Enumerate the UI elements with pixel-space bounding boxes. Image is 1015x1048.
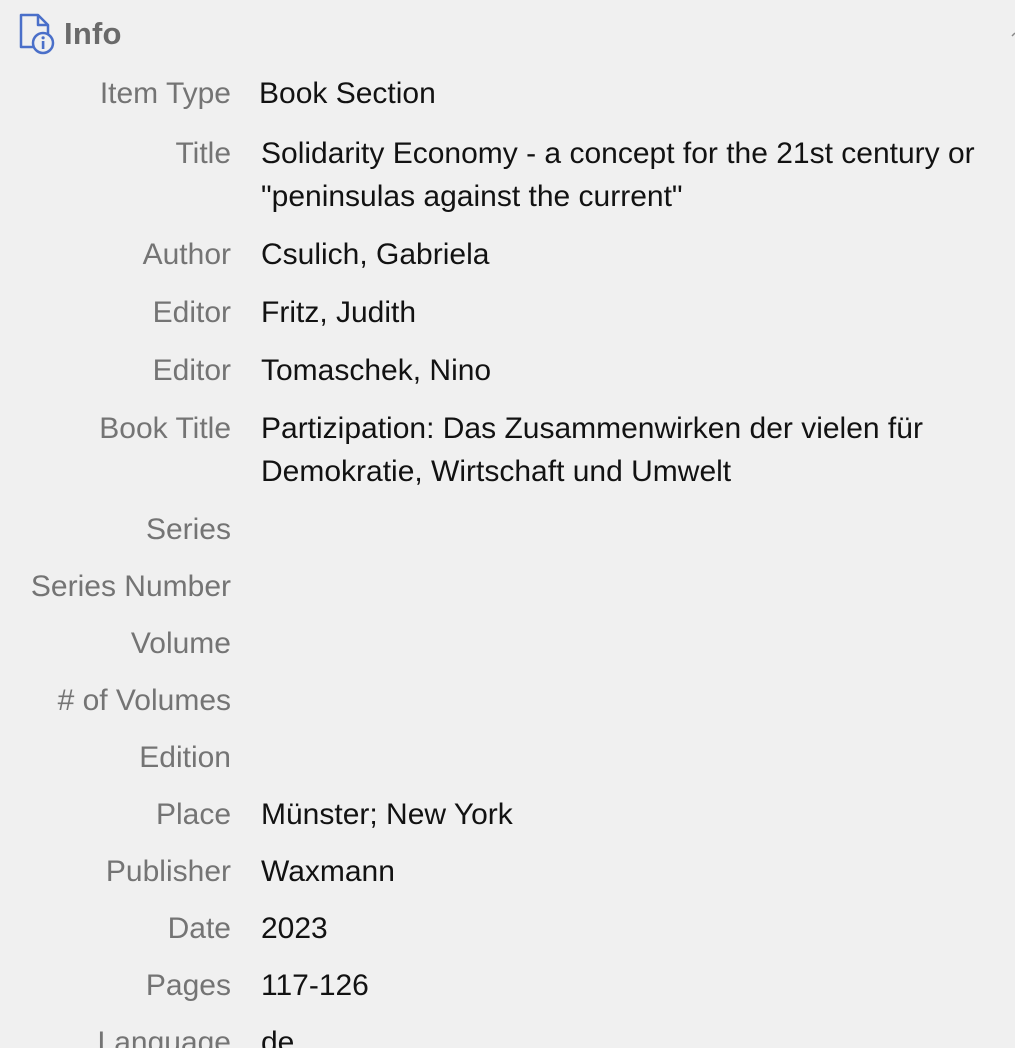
field-label: Volume xyxy=(130,627,231,660)
field-row-series-number: Series Number xyxy=(0,565,1015,608)
field-value-num-volumes[interactable] xyxy=(261,679,981,722)
field-label: Item Type xyxy=(99,77,231,110)
field-value-pages[interactable]: 117-126 xyxy=(261,964,981,1007)
field-row-language: Language de xyxy=(0,1021,1015,1048)
item-info-pane: Info Item Type Book Section Title Solida… xyxy=(0,0,1015,1048)
field-row-series: Series xyxy=(0,508,1015,551)
field-row-editor: Editor Tomaschek, Nino xyxy=(0,349,1015,392)
field-row-edition: Edition xyxy=(0,736,1015,779)
field-row-date: Date 2023 xyxy=(0,907,1015,950)
field-row-item-type: Item Type Book Section xyxy=(0,72,1015,115)
field-label: Place xyxy=(155,798,231,831)
field-row-title: Title Solidarity Economy - a concept for… xyxy=(0,132,1015,218)
field-row-volume: Volume xyxy=(0,622,1015,665)
section-title: Info xyxy=(64,16,122,51)
field-label: # of Volumes xyxy=(57,684,231,717)
field-row-place: Place Münster; New York xyxy=(0,793,1015,836)
field-value-edition[interactable] xyxy=(261,736,981,779)
field-value-book-title[interactable]: Partizipation: Das Zusammenwirken der vi… xyxy=(261,407,981,493)
field-value-publisher[interactable]: Waxmann xyxy=(261,850,981,893)
field-label: Language xyxy=(97,1026,231,1048)
field-row-editor: Editor Fritz, Judith xyxy=(0,291,1015,334)
field-value-editor[interactable]: Tomaschek, Nino xyxy=(261,349,981,392)
field-value-title[interactable]: Solidarity Economy - a concept for the 2… xyxy=(261,132,981,218)
field-label: Author xyxy=(142,238,231,271)
field-label: Book Title xyxy=(99,412,231,445)
field-value-place[interactable]: Münster; New York xyxy=(261,793,981,836)
field-value-language[interactable]: de xyxy=(261,1021,981,1048)
field-label: Publisher xyxy=(105,855,231,888)
field-value-series[interactable] xyxy=(261,508,981,551)
field-label: Edition xyxy=(139,741,231,774)
field-value-author[interactable]: Csulich, Gabriela xyxy=(261,233,981,276)
field-list: Item Type Book Section Title Solidarity … xyxy=(0,70,1015,1048)
field-value-item-type[interactable]: Book Section xyxy=(259,72,979,115)
field-value-editor[interactable]: Fritz, Judith xyxy=(261,291,981,334)
field-label: Editor xyxy=(152,296,231,329)
collapse-toggle-icon[interactable] xyxy=(1011,28,1015,38)
field-label: Series Number xyxy=(30,570,231,603)
field-value-volume[interactable] xyxy=(261,622,981,665)
field-row-publisher: Publisher Waxmann xyxy=(0,850,1015,893)
info-section-header[interactable]: Info xyxy=(18,12,122,56)
field-row-pages: Pages 117-126 xyxy=(0,964,1015,1007)
field-label: Editor xyxy=(152,354,231,387)
field-row-num-volumes: # of Volumes xyxy=(0,679,1015,722)
field-value-series-number[interactable] xyxy=(261,565,981,608)
document-info-icon xyxy=(18,13,56,55)
field-label: Pages xyxy=(145,969,231,1002)
field-label: Title xyxy=(175,137,231,170)
field-label: Series xyxy=(145,513,231,546)
field-row-author: Author Csulich, Gabriela xyxy=(0,233,1015,276)
field-row-book-title: Book Title Partizipation: Das Zusammenwi… xyxy=(0,407,1015,493)
field-label: Date xyxy=(167,912,231,945)
field-value-date[interactable]: 2023 xyxy=(261,907,981,950)
